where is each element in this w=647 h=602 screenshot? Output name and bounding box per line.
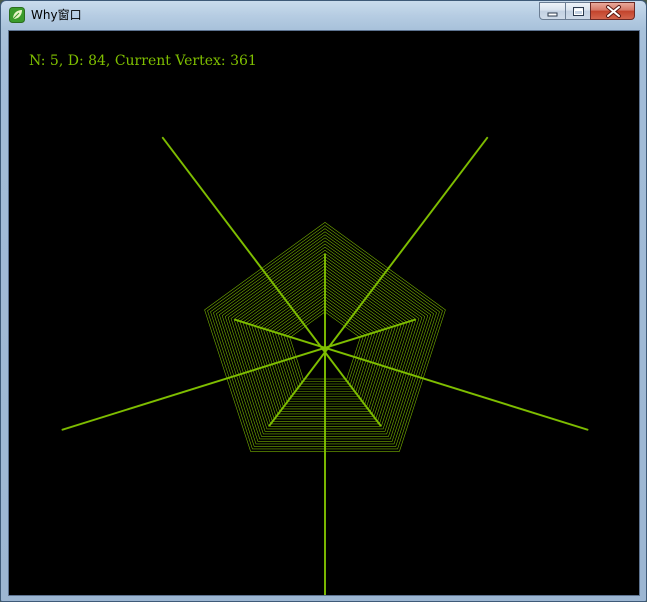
maximize-button[interactable] — [565, 2, 591, 20]
minimize-icon — [547, 12, 558, 17]
drawing-canvas-area[interactable]: N: 5, D: 84, Current Vertex: 361 — [8, 30, 640, 596]
star-arm-outline — [161, 136, 382, 427]
star-arm-outline — [268, 136, 489, 427]
status-readout: N: 5, D: 84, Current Vertex: 361 — [29, 53, 257, 69]
title-bar[interactable]: Why窗口 — [1, 1, 646, 29]
close-icon — [606, 5, 621, 18]
minimize-button[interactable] — [539, 2, 566, 20]
window-title: Why窗口 — [31, 8, 82, 22]
maximize-icon — [573, 7, 584, 16]
app-window: Why窗口 N: 5, D: 84, Current Vertex: 361 — [0, 0, 647, 602]
star-curve-drawing — [61, 136, 589, 595]
app-leaf-icon — [9, 7, 25, 23]
close-button[interactable] — [590, 2, 635, 20]
